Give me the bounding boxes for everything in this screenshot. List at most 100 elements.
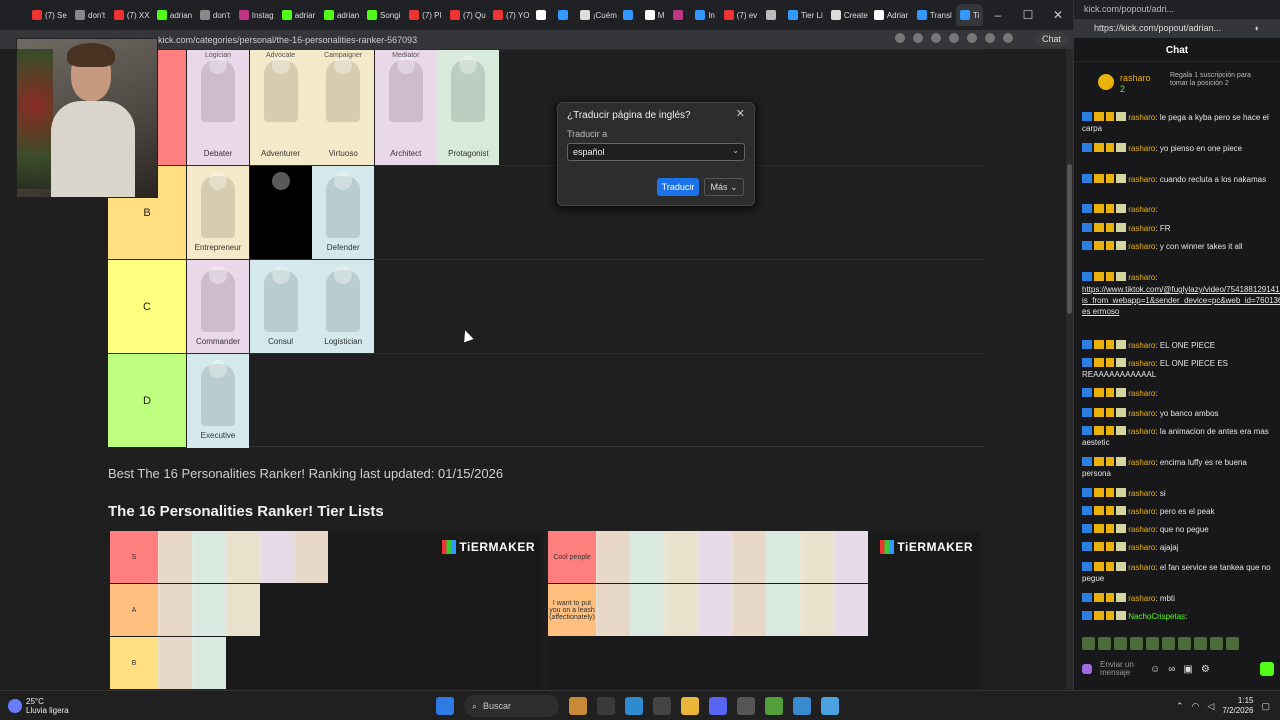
- chat-username[interactable]: rasharo: [1128, 427, 1155, 436]
- chat-username[interactable]: rasharo: [1128, 175, 1155, 184]
- browser-tab[interactable]: [554, 4, 575, 26]
- scrollbar-thumb[interactable]: [1067, 164, 1072, 314]
- browser-tab[interactable]: (7) YO: [489, 4, 531, 26]
- edge-icon[interactable]: [625, 697, 643, 715]
- extension-icon[interactable]: [949, 33, 959, 43]
- clock[interactable]: 1:15 7/2/2026: [1222, 696, 1253, 716]
- maximize-icon[interactable]: ☐: [1013, 0, 1043, 30]
- chat-username[interactable]: rasharo: [1128, 273, 1155, 282]
- browser-tab[interactable]: (7) Pl: [405, 4, 445, 26]
- browser-tab[interactable]: [619, 4, 640, 26]
- browser-tab[interactable]: M: [641, 4, 669, 26]
- emote-icon[interactable]: [1210, 637, 1223, 650]
- pinned-user[interactable]: rasharo: [1120, 73, 1151, 83]
- chat-username[interactable]: rasharo: [1128, 563, 1155, 572]
- tier-list-thumbnail[interactable]: TiERMAKER Cool people I want to put you on…: [548, 531, 981, 689]
- chat-username[interactable]: rasharo: [1128, 594, 1155, 603]
- browser-tab[interactable]: Create: [827, 4, 869, 26]
- browser-tab[interactable]: [762, 4, 783, 26]
- chat-username[interactable]: rasharo: [1128, 389, 1155, 398]
- gift-icon[interactable]: ▣: [1183, 664, 1192, 675]
- notification-icon[interactable]: ▢: [1261, 701, 1270, 712]
- chat-username[interactable]: rasharo: [1128, 113, 1155, 122]
- extension-icon[interactable]: [967, 33, 977, 43]
- chat-url[interactable]: https://kick.com/popout/adrian...: [1094, 23, 1221, 34]
- chat-username[interactable]: rasharo: [1128, 525, 1155, 534]
- personality-card[interactable]: Advocate Adventurer: [249, 50, 312, 166]
- personality-card[interactable]: Entrepreneur: [187, 166, 249, 260]
- browser-tab[interactable]: Transl: [913, 4, 955, 26]
- app-icon[interactable]: [793, 697, 811, 715]
- chevron-up-icon[interactable]: ⌃: [1176, 701, 1184, 712]
- browser-tab[interactable]: (7) Se: [28, 4, 70, 26]
- personality-card[interactable]: Logistician: [312, 260, 375, 354]
- chat-username[interactable]: rasharo: [1128, 458, 1155, 467]
- personality-card[interactable]: Protagonist: [437, 50, 500, 166]
- chat-username[interactable]: rasharo: [1128, 409, 1155, 418]
- translate-icon[interactable]: ◐: [1255, 23, 1260, 34]
- chat-username[interactable]: rasharo: [1128, 144, 1155, 153]
- chat-username[interactable]: rasharo: [1128, 224, 1155, 233]
- browser-tab[interactable]: (7) Qu: [446, 4, 488, 26]
- personality-card[interactable]: Commander: [187, 260, 249, 354]
- chat-username[interactable]: rasharo: [1128, 489, 1155, 498]
- browser-tab[interactable]: Instag: [235, 4, 277, 26]
- minimize-icon[interactable]: –: [983, 0, 1013, 30]
- translate-icon[interactable]: [895, 33, 905, 43]
- chat-username[interactable]: rasharo: [1128, 543, 1155, 552]
- discord-icon[interactable]: [709, 697, 727, 715]
- translate-button[interactable]: Traducir: [657, 178, 699, 196]
- chat-input[interactable]: Enviar un mensaje: [1100, 661, 1142, 677]
- personality-card[interactable]: Mediator Architect: [374, 50, 437, 166]
- chat-username[interactable]: rasharo: [1128, 205, 1155, 214]
- browser-tab[interactable]: adriar: [278, 4, 319, 26]
- weather-widget[interactable]: 25°C Lluvia ligera: [8, 697, 69, 715]
- personality-card[interactable]: Executive: [187, 354, 249, 448]
- browser-tab[interactable]: don't: [71, 4, 109, 26]
- personality-card[interactable]: Consul: [249, 260, 312, 354]
- profile-icon[interactable]: [1003, 33, 1013, 43]
- browser-tab[interactable]: adrian: [153, 4, 195, 26]
- chat-username[interactable]: rasharo: [1128, 341, 1155, 350]
- emote-icon[interactable]: [1178, 637, 1191, 650]
- chat-username[interactable]: NachoCrispetas: [1128, 612, 1185, 621]
- browser-tab[interactable]: [532, 4, 553, 26]
- emote-icon[interactable]: [1114, 637, 1127, 650]
- browser-tab[interactable]: adrian: [320, 4, 362, 26]
- chrome-icon[interactable]: [737, 697, 755, 715]
- app-icon[interactable]: [765, 697, 783, 715]
- widget-icon[interactable]: [569, 697, 587, 715]
- emote-icon[interactable]: [1146, 637, 1159, 650]
- people-icon[interactable]: ∞: [1168, 664, 1175, 675]
- close-icon[interactable]: ✕: [736, 107, 745, 120]
- mic-icon[interactable]: [1082, 664, 1092, 674]
- browser-tab[interactable]: Tier Li: [784, 4, 826, 26]
- more-button[interactable]: Más ⌄: [704, 178, 744, 196]
- personality-card[interactable]: Campaigner Virtuoso: [312, 50, 375, 166]
- emote-icon[interactable]: [1226, 637, 1239, 650]
- store-icon[interactable]: [653, 697, 671, 715]
- personality-card[interactable]: [249, 166, 312, 260]
- task-view-icon[interactable]: [597, 697, 615, 715]
- emote-icon[interactable]: [1082, 637, 1095, 650]
- browser-tab[interactable]: don't: [196, 4, 234, 26]
- browser-tab[interactable]: Ti: [955, 4, 983, 26]
- browser-tab[interactable]: ¡Cuém: [576, 4, 618, 26]
- start-icon[interactable]: [436, 697, 454, 715]
- taskbar-search[interactable]: ⌕ Buscar: [464, 695, 559, 717]
- browser-tab[interactable]: Songi: [363, 4, 404, 26]
- volume-icon[interactable]: ◁: [1207, 701, 1214, 712]
- zoom-icon[interactable]: [913, 33, 923, 43]
- chat-username[interactable]: rasharo: [1128, 507, 1155, 516]
- app-icon[interactable]: [821, 697, 839, 715]
- gear-icon[interactable]: ⚙: [1201, 664, 1210, 675]
- url-field[interactable]: kick.com/categories/personal/the-16-pers…: [158, 35, 417, 45]
- browser-tab[interactable]: [669, 4, 690, 26]
- folder-icon[interactable]: [681, 697, 699, 715]
- emote-icon[interactable]: [1098, 637, 1111, 650]
- personality-card[interactable]: Defender: [312, 166, 375, 260]
- language-select[interactable]: español ⌄: [567, 143, 745, 161]
- page-scrollbar[interactable]: [1066, 49, 1073, 689]
- star-icon[interactable]: [931, 33, 941, 43]
- chat-username[interactable]: rasharo: [1128, 242, 1155, 251]
